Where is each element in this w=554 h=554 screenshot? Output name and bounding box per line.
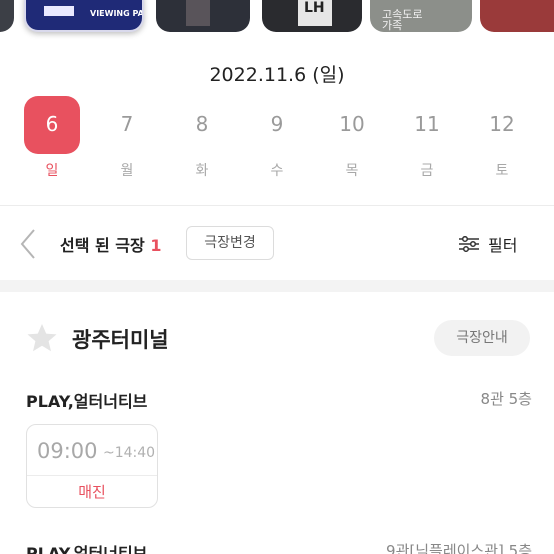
day-number: 6 bbox=[24, 96, 80, 154]
poster-logo-text: LH bbox=[304, 0, 325, 16]
day-item-6[interactable]: 6 일 bbox=[24, 96, 80, 182]
day-number: 10 bbox=[339, 112, 365, 136]
poster-card: LH bbox=[298, 0, 332, 26]
date-title: 2022.11.6 (일) bbox=[209, 64, 345, 86]
movie-poster[interactable] bbox=[480, 0, 554, 32]
hall-name: PLAY,얼터너티브 bbox=[26, 392, 148, 411]
poster-carousel[interactable]: VIEWING PARTY LH 고속도로 가족 bbox=[0, 0, 554, 32]
theater-bar: 선택 된 극장 1 극장변경 필터 bbox=[0, 206, 554, 280]
day-item-10[interactable]: 10 목 bbox=[324, 96, 380, 182]
day-number: 11 bbox=[414, 112, 440, 136]
day-selector: 6 일 7 월 8 화 9 수 10 목 11 금 12 토 bbox=[24, 96, 530, 182]
movie-poster[interactable]: 고속도로 가족 bbox=[370, 0, 472, 32]
day-item-11[interactable]: 11 금 bbox=[399, 96, 455, 182]
theater-schedule-screen: VIEWING PARTY LH 고속도로 가족 2022.11.6 (일) 6… bbox=[0, 0, 554, 554]
day-weekday: 월 bbox=[120, 163, 134, 179]
section-separator bbox=[0, 280, 554, 292]
day-number: 9 bbox=[270, 112, 284, 136]
selected-theater-count: 1 bbox=[150, 236, 162, 255]
hall-info: 8관 5층 bbox=[480, 390, 532, 408]
showtime-end: ~14:40 bbox=[103, 445, 156, 461]
poster-caption: 고속도로 가족 bbox=[382, 7, 423, 32]
showtime-start: 09:00 bbox=[37, 439, 98, 463]
hall-info: 9관[닉플레이스관] 5층 bbox=[386, 542, 532, 554]
filter-icon bbox=[459, 236, 479, 252]
day-weekday: 금 bbox=[420, 163, 434, 179]
poster-logo bbox=[44, 6, 74, 16]
hall-name: PLAY,얼터너티브 bbox=[26, 544, 148, 554]
poster-caption: VIEWING PARTY bbox=[90, 8, 144, 18]
theater-guide-button[interactable]: 극장안내 bbox=[434, 320, 530, 356]
change-theater-button[interactable]: 극장변경 bbox=[186, 226, 274, 260]
selected-theater-text: 선택 된 극장 bbox=[60, 236, 145, 255]
day-weekday: 수 bbox=[270, 163, 284, 179]
day-item-12[interactable]: 12 토 bbox=[474, 96, 530, 182]
movie-poster[interactable] bbox=[156, 0, 250, 32]
poster-figure bbox=[186, 0, 210, 26]
day-number: 8 bbox=[195, 112, 209, 136]
chevron-left-icon bbox=[20, 229, 35, 259]
day-item-7[interactable]: 7 월 bbox=[99, 96, 155, 182]
movie-poster[interactable] bbox=[0, 0, 14, 32]
movie-poster-selected[interactable]: VIEWING PARTY bbox=[24, 0, 144, 32]
day-weekday: 화 bbox=[195, 163, 209, 179]
day-weekday: 일 bbox=[45, 163, 59, 179]
filter-label: 필터 bbox=[488, 236, 518, 255]
selected-theater-label: 선택 된 극장 1 bbox=[60, 232, 161, 256]
day-weekday: 토 bbox=[495, 163, 509, 179]
slot-divider bbox=[27, 475, 157, 476]
day-item-9[interactable]: 9 수 bbox=[249, 96, 305, 182]
day-number: 12 bbox=[489, 112, 515, 136]
sold-out-status: 매진 bbox=[78, 483, 106, 501]
day-weekday: 목 bbox=[345, 163, 359, 179]
star-icon bbox=[27, 324, 57, 352]
favorite-star-icon[interactable] bbox=[26, 322, 58, 358]
movie-poster[interactable]: LH bbox=[262, 0, 362, 32]
showtime-slot[interactable]: 09:00 ~14:40 매진 bbox=[26, 424, 158, 508]
theater-name: 광주터미널 bbox=[72, 328, 169, 352]
back-button[interactable] bbox=[14, 224, 44, 264]
day-item-8[interactable]: 8 화 bbox=[174, 96, 230, 182]
day-number: 7 bbox=[120, 112, 134, 136]
